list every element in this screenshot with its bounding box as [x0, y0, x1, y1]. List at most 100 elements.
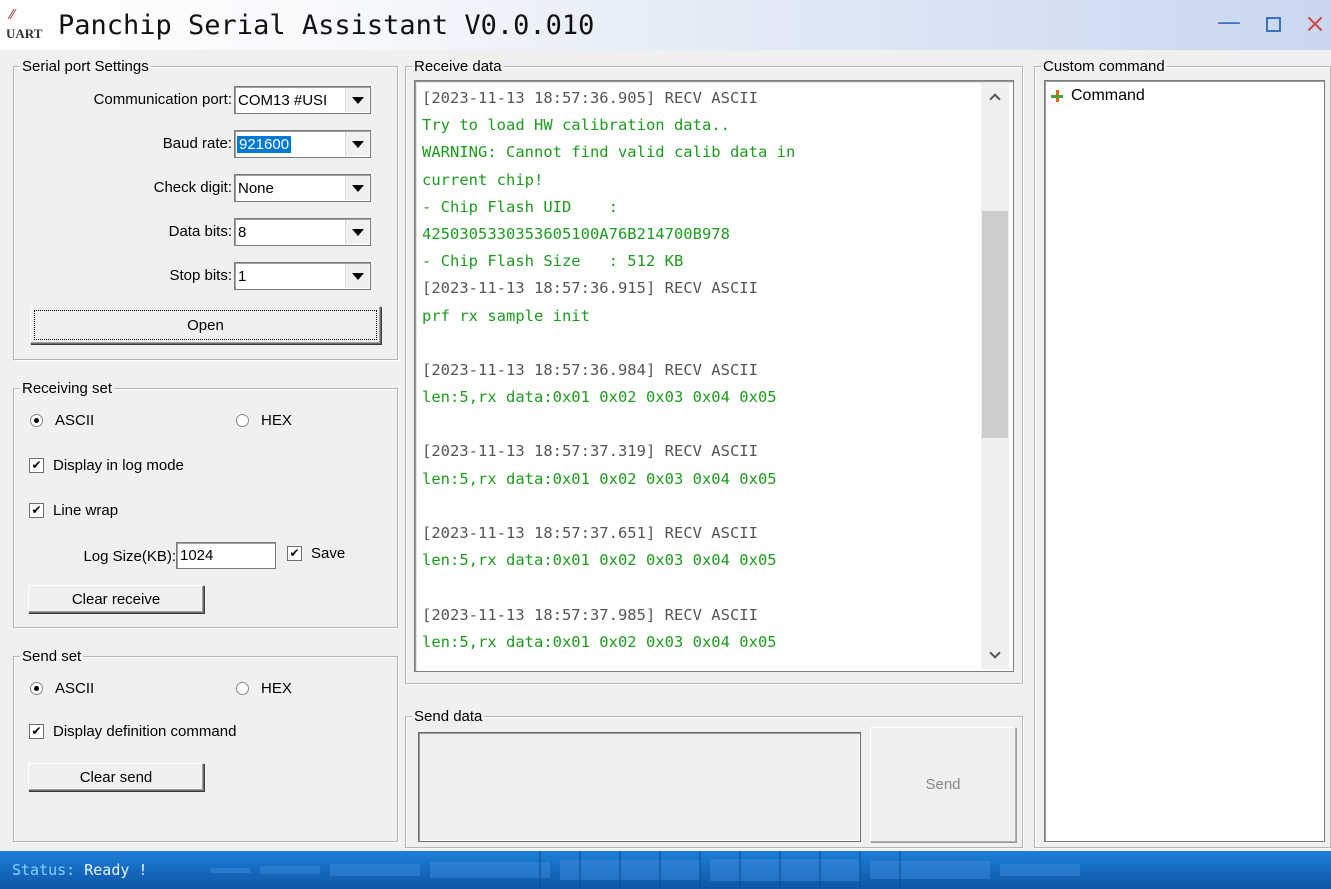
display-definition-command-checkbox[interactable]: ✔ Display definition command [29, 723, 236, 740]
status-key: Status: [12, 861, 76, 879]
clear-receive-button[interactable]: Clear receive [28, 585, 204, 613]
receive-ascii-radio[interactable]: ASCII [30, 412, 94, 429]
log-header-line: [2023-11-13 18:57:36.984] RECV ASCII [422, 360, 758, 379]
log-header-line: [2023-11-13 18:57:37.985] RECV ASCII [422, 605, 758, 624]
logo-text: UART [6, 26, 43, 41]
clear-send-button[interactable]: Clear send [28, 763, 204, 791]
log-message-line: WARNING: Cannot find valid calib data in [422, 143, 796, 162]
data-bits-label: Data bits: [168, 223, 232, 240]
close-icon[interactable]: × [1300, 11, 1330, 38]
line-wrap-checkbox[interactable]: ✔ Line wrap [29, 502, 118, 519]
log-size-field[interactable] [176, 542, 276, 569]
line-wrap-label: Line wrap [53, 502, 119, 519]
status-value: Ready ! [84, 861, 148, 879]
receive-scrollbar[interactable] [981, 83, 1009, 669]
log-message-line [422, 574, 982, 601]
log-size-label: Log Size(KB): [83, 548, 176, 565]
checkmark-icon[interactable]: ✔ [29, 458, 44, 473]
receive-hex-radio[interactable]: HEX [236, 412, 292, 429]
log-message-line: len:5,rx data:0x01 0x02 0x03 0x04 0x05 [422, 388, 777, 407]
log-message-line: len:5,rx data:0x01 0x02 0x03 0x04 0x05 [422, 469, 777, 488]
check-digit-label: Check digit: [153, 179, 232, 196]
save-checkbox[interactable]: ✔ Save [287, 545, 345, 562]
chevron-down-icon[interactable] [345, 88, 369, 112]
send-data-field[interactable] [418, 732, 861, 842]
log-message-line [422, 493, 982, 520]
send-data-input[interactable] [419, 733, 860, 841]
chevron-down-icon[interactable] [345, 220, 369, 244]
command-tree-label: Command [1071, 87, 1145, 104]
communication-port-select[interactable]: COM13 #USI [234, 86, 371, 114]
baud-rate-value: 921600 [237, 136, 292, 153]
receive-data-area[interactable]: [2023-11-13 18:57:36.905] RECV ASCII Try … [414, 80, 1014, 672]
log-message-line: len:5,rx data:0x01 0x02 0x03 0x04 0x05 [422, 551, 777, 570]
log-header-line: [2023-11-13 18:57:36.915] RECV ASCII [422, 279, 758, 298]
chevron-down-icon[interactable] [345, 264, 369, 288]
send-hex-label: HEX [261, 680, 292, 697]
status-bar-pattern [210, 851, 1080, 889]
checkmark-icon[interactable]: ✔ [29, 724, 44, 739]
status-text: Status: Ready ! [12, 861, 147, 879]
data-bits-value: 8 [238, 224, 247, 241]
send-ascii-radio[interactable]: ASCII [30, 680, 94, 697]
app-logo: ⁄⁄ UART [6, 8, 46, 44]
status-bar: Status: Ready ! [0, 851, 1331, 889]
log-message-line [422, 411, 982, 438]
save-label: Save [311, 545, 346, 562]
send-set-group: Send set [13, 648, 398, 842]
logo-mark-icon: ⁄⁄ [10, 8, 15, 23]
chevron-down-icon[interactable] [345, 132, 369, 156]
log-message-line: prf rx sample init [422, 306, 590, 325]
stop-bits-select[interactable]: 1 [234, 262, 371, 290]
baud-rate-select[interactable]: 921600 [234, 130, 371, 158]
display-log-mode-label: Display in log mode [53, 457, 184, 474]
receive-hex-label: HEX [261, 412, 292, 429]
send-set-legend: Send set [22, 648, 82, 665]
maximize-icon[interactable] [1258, 12, 1288, 38]
log-message-line: - Chip Flash UID : [422, 197, 618, 216]
check-digit-select[interactable]: None [234, 174, 371, 202]
stop-bits-value: 1 [238, 268, 247, 285]
log-message-line: current chip! [422, 170, 544, 189]
minimize-icon[interactable]: — [1214, 10, 1244, 38]
log-message-line: Try to load HW calibration data.. [422, 116, 730, 135]
serial-port-settings-legend: Serial port Settings [22, 58, 149, 75]
receive-ascii-label: ASCII [55, 412, 95, 429]
log-message-line [422, 330, 982, 357]
scroll-up-icon[interactable] [981, 83, 1009, 111]
custom-command-tree[interactable]: Command [1044, 80, 1325, 842]
log-header-line: [2023-11-13 18:57:36.905] RECV ASCII [422, 89, 758, 107]
display-log-mode-checkbox[interactable]: ✔ Display in log mode [29, 457, 184, 474]
log-header-line: [2023-11-13 18:57:37.319] RECV ASCII [422, 442, 758, 461]
baud-rate-label: Baud rate: [162, 135, 232, 152]
checkmark-icon[interactable]: ✔ [287, 546, 302, 561]
checkmark-icon[interactable]: ✔ [29, 503, 44, 518]
scroll-down-icon[interactable] [981, 641, 1009, 669]
log-message-line: - Chip Flash Size : 512 KB [422, 252, 684, 271]
display-definition-command-label: Display definition command [53, 723, 237, 740]
title-bar[interactable]: ⁄⁄ UART Panchip Serial Assistant V0.0.01… [0, 0, 1331, 50]
expand-plus-icon[interactable] [1051, 90, 1063, 102]
log-message-line: 4250305330353605100A76B214700B978 [422, 224, 730, 243]
check-digit-value: None [238, 180, 274, 197]
data-bits-select[interactable]: 8 [234, 218, 371, 246]
window-title: Panchip Serial Assistant V0.0.010 [58, 10, 595, 41]
scroll-thumb[interactable] [982, 211, 1008, 438]
log-header-line: [2023-11-13 18:57:37.651] RECV ASCII [422, 524, 758, 542]
stop-bits-label: Stop bits: [169, 267, 232, 284]
receive-log[interactable]: [2023-11-13 18:57:36.905] RECV ASCII Try … [422, 85, 982, 669]
receive-data-legend: Receive data [414, 58, 502, 75]
receiving-set-legend: Receiving set [22, 380, 113, 397]
log-message-line: len:5,rx data:0x01 0x02 0x03 0x04 0x05 [422, 632, 777, 651]
command-tree-item[interactable]: Command [1051, 87, 1145, 105]
open-button[interactable]: Open [30, 306, 381, 344]
send-button[interactable]: Send [870, 727, 1016, 842]
send-hex-radio[interactable]: HEX [236, 680, 292, 697]
communication-port-label: Communication port: [93, 91, 232, 108]
chevron-down-icon[interactable] [345, 176, 369, 200]
send-ascii-label: ASCII [55, 680, 95, 697]
log-size-input[interactable] [177, 543, 275, 568]
send-data-legend: Send data [414, 708, 483, 725]
communication-port-value: COM13 #USI [238, 92, 328, 109]
custom-command-legend: Custom command [1043, 58, 1165, 75]
